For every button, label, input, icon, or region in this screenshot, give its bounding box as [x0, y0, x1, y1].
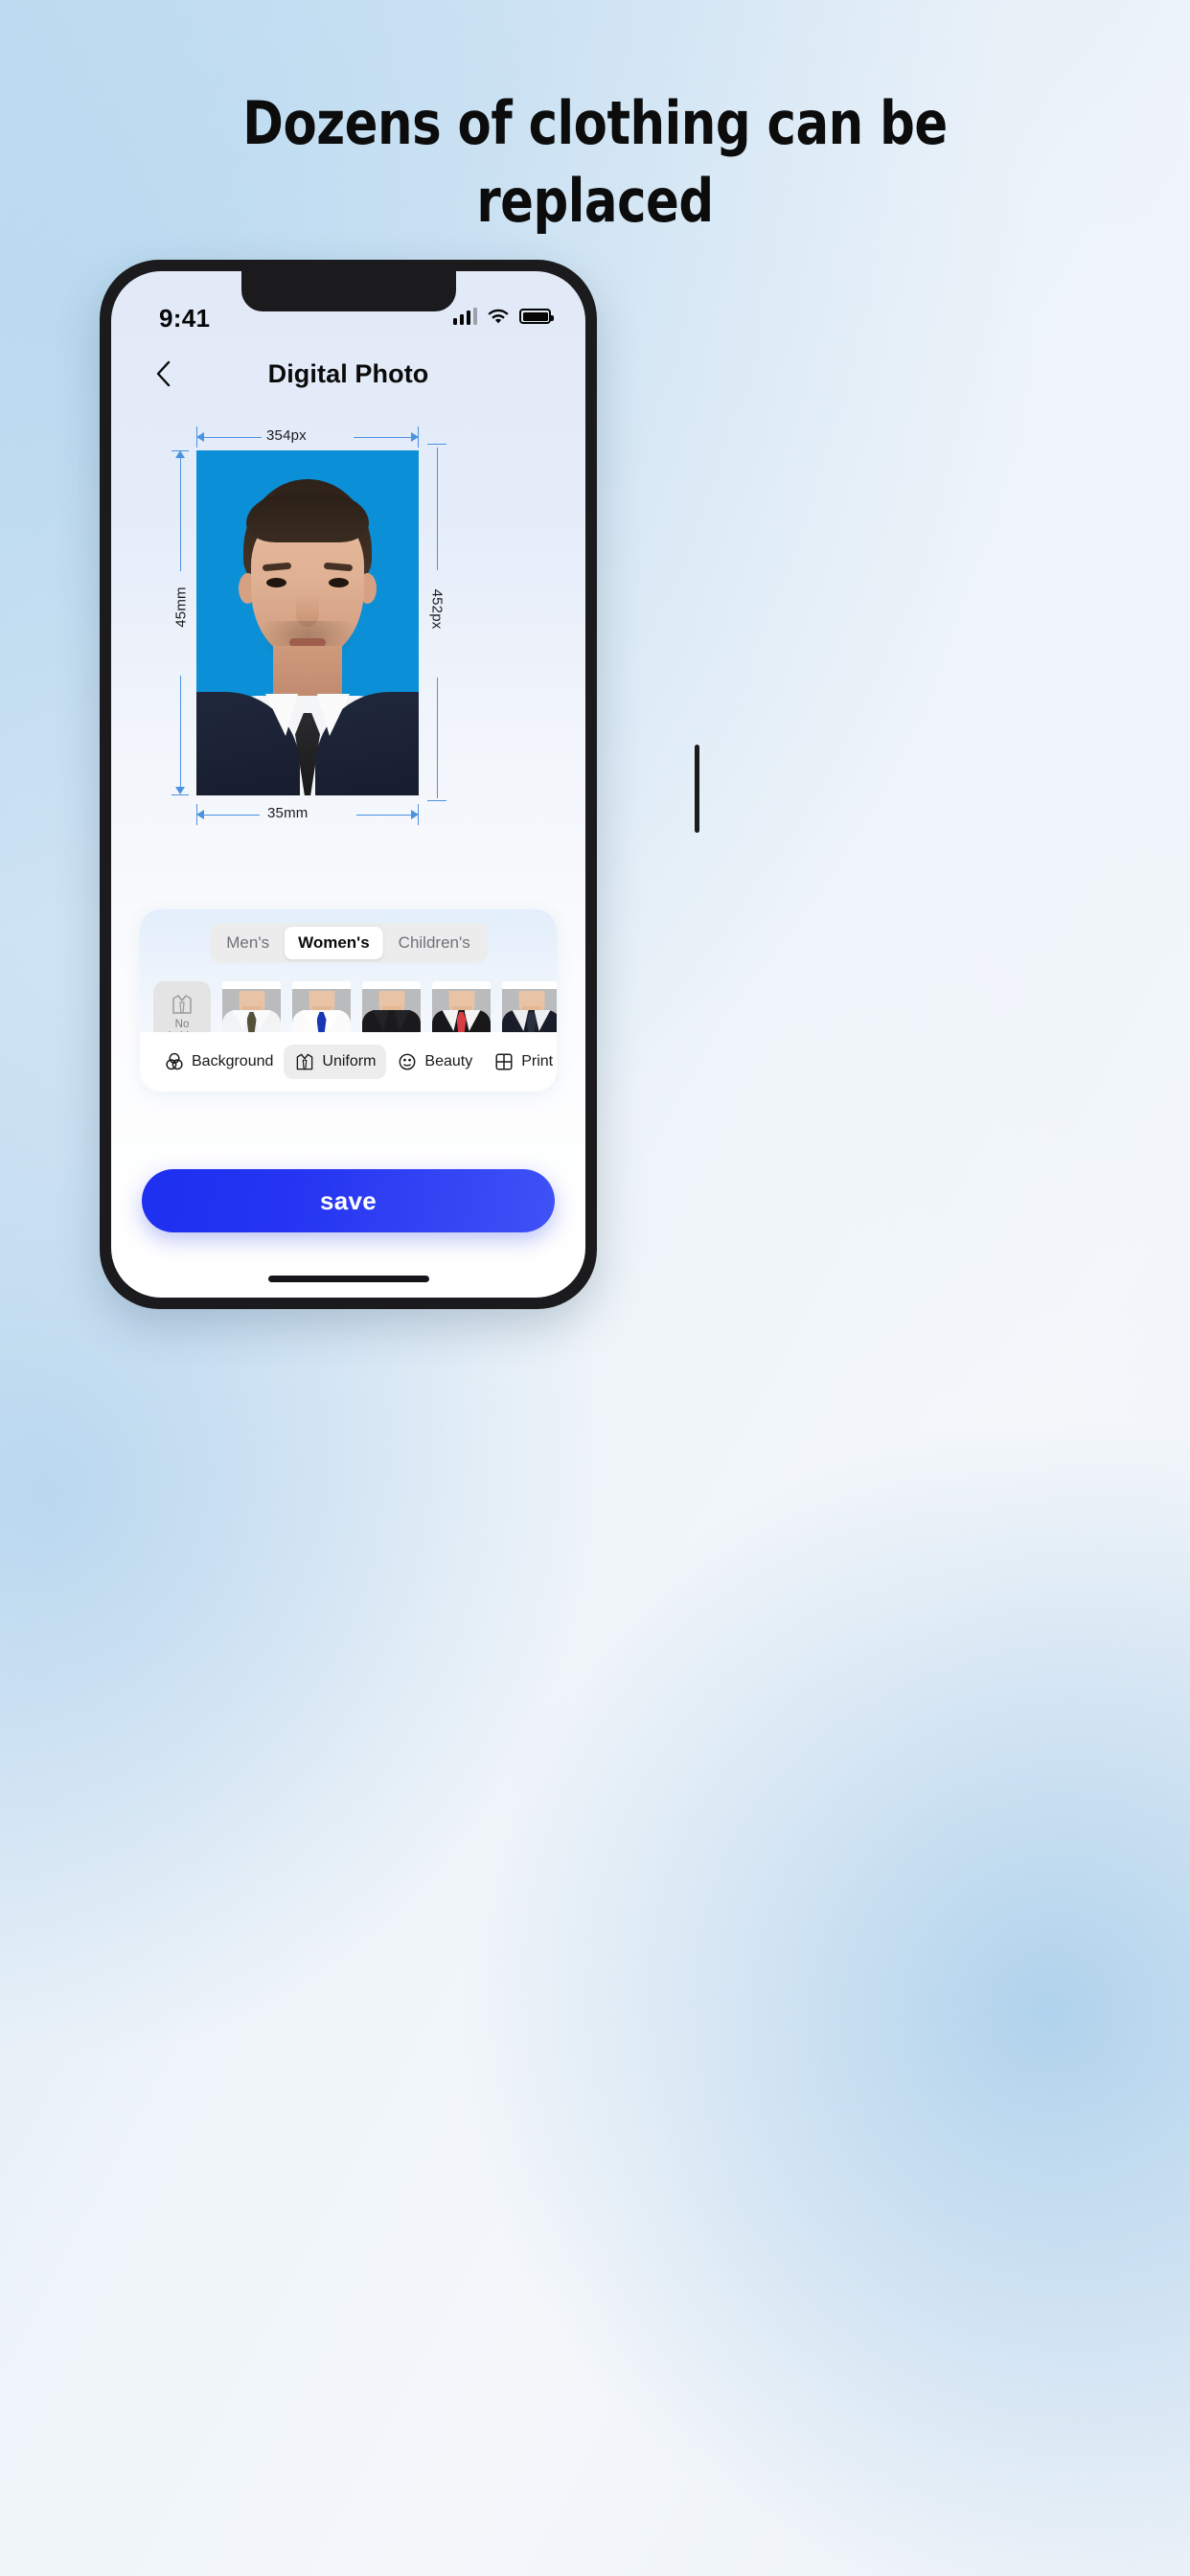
measure-line-top-left	[200, 436, 262, 438]
toolbar-label-beauty: Beauty	[424, 1053, 473, 1070]
measure-arrow-top-left	[196, 432, 204, 442]
promo-headline: Dozens of clothing can be replaced	[48, 92, 1143, 232]
toolbar-item-uniform[interactable]: Uniform	[284, 1045, 387, 1079]
measure-line-bottom-right	[356, 814, 419, 816]
suit-jacket-icon	[172, 995, 192, 1014]
phone-power-button	[695, 745, 699, 833]
options-panel: Men's Women's Children's Noclothing	[140, 909, 557, 1092]
notch	[240, 271, 456, 311]
home-indicator	[267, 1276, 429, 1282]
measure-arrow-left-bottom	[175, 787, 185, 794]
grid-layout-icon	[495, 1053, 513, 1070]
portrait-fringe	[246, 493, 369, 542]
color-circles-icon	[166, 1052, 183, 1070]
face-smile-icon	[399, 1053, 416, 1070]
measure-line-top-right	[354, 436, 419, 438]
save-button-label: save	[319, 1185, 378, 1215]
phone-mockup: 9:41 Digital Photo 354px 45mm 452px 35mm…	[100, 260, 699, 1309]
measure-tick-right-top	[427, 444, 446, 446]
measure-arrow-bottom-right	[411, 810, 419, 819]
measure-line-left-lower	[179, 676, 181, 791]
tab-mens[interactable]: Men's	[213, 927, 283, 959]
nav-bar: Digital Photo	[111, 342, 585, 405]
measure-label-right: 452px	[428, 588, 446, 630]
toolbar-item-beauty[interactable]: Beauty	[386, 1045, 483, 1079]
measure-tick-right-bottom	[427, 800, 446, 802]
category-tab-group: Men's Women's Children's	[209, 923, 488, 963]
battery-icon	[519, 309, 554, 324]
measure-line-bottom-left	[200, 814, 260, 816]
toolbar-label-background: Background	[192, 1053, 274, 1070]
toolbar-item-print[interactable]: Print	[483, 1045, 557, 1079]
portrait-eye-left	[266, 578, 286, 587]
signal-bars-icon	[452, 308, 477, 325]
tab-womens[interactable]: Women's	[285, 927, 383, 959]
status-bar: 9:41	[111, 271, 585, 342]
suit-jacket-icon	[297, 1053, 313, 1070]
toolbar-item-background[interactable]: Background	[153, 1045, 284, 1079]
page-title: Digital Photo	[267, 358, 429, 388]
back-button[interactable]	[144, 355, 182, 393]
measure-arrow-bottom-left	[196, 810, 204, 819]
phone-screen: 9:41 Digital Photo 354px 45mm 452px 35mm…	[111, 271, 585, 1298]
status-icons	[452, 308, 554, 325]
measure-arrow-top-right	[411, 432, 419, 442]
measure-label-top: 354px	[266, 427, 307, 444]
toolbar-label-print: Print	[521, 1053, 554, 1070]
measure-line-right-lower	[436, 678, 438, 798]
measure-line-right-upper	[436, 448, 438, 570]
id-photo[interactable]	[196, 450, 419, 795]
tab-childrens[interactable]: Children's	[385, 927, 484, 959]
portrait-eye-right	[329, 578, 349, 587]
measure-label-left: 45mm	[172, 586, 190, 628]
wifi-icon	[488, 309, 509, 323]
editor-toolbar: Background Uniform Beauty Print	[140, 1032, 557, 1092]
headline-line-1: Dozens of clothing can be	[242, 88, 948, 158]
headline-line-2: replaced	[476, 166, 714, 237]
status-time: 9:41	[159, 304, 211, 333]
chevron-left-icon	[156, 360, 171, 387]
measure-arrow-left-top	[175, 450, 185, 458]
measure-label-bottom: 35mm	[267, 805, 309, 821]
save-button[interactable]: save	[142, 1169, 555, 1232]
measure-tick-left-bottom	[172, 794, 189, 796]
toolbar-label-uniform: Uniform	[322, 1053, 377, 1070]
photo-preview-area: 354px 45mm 452px 35mm	[111, 417, 585, 886]
measure-line-left-upper	[179, 454, 181, 571]
